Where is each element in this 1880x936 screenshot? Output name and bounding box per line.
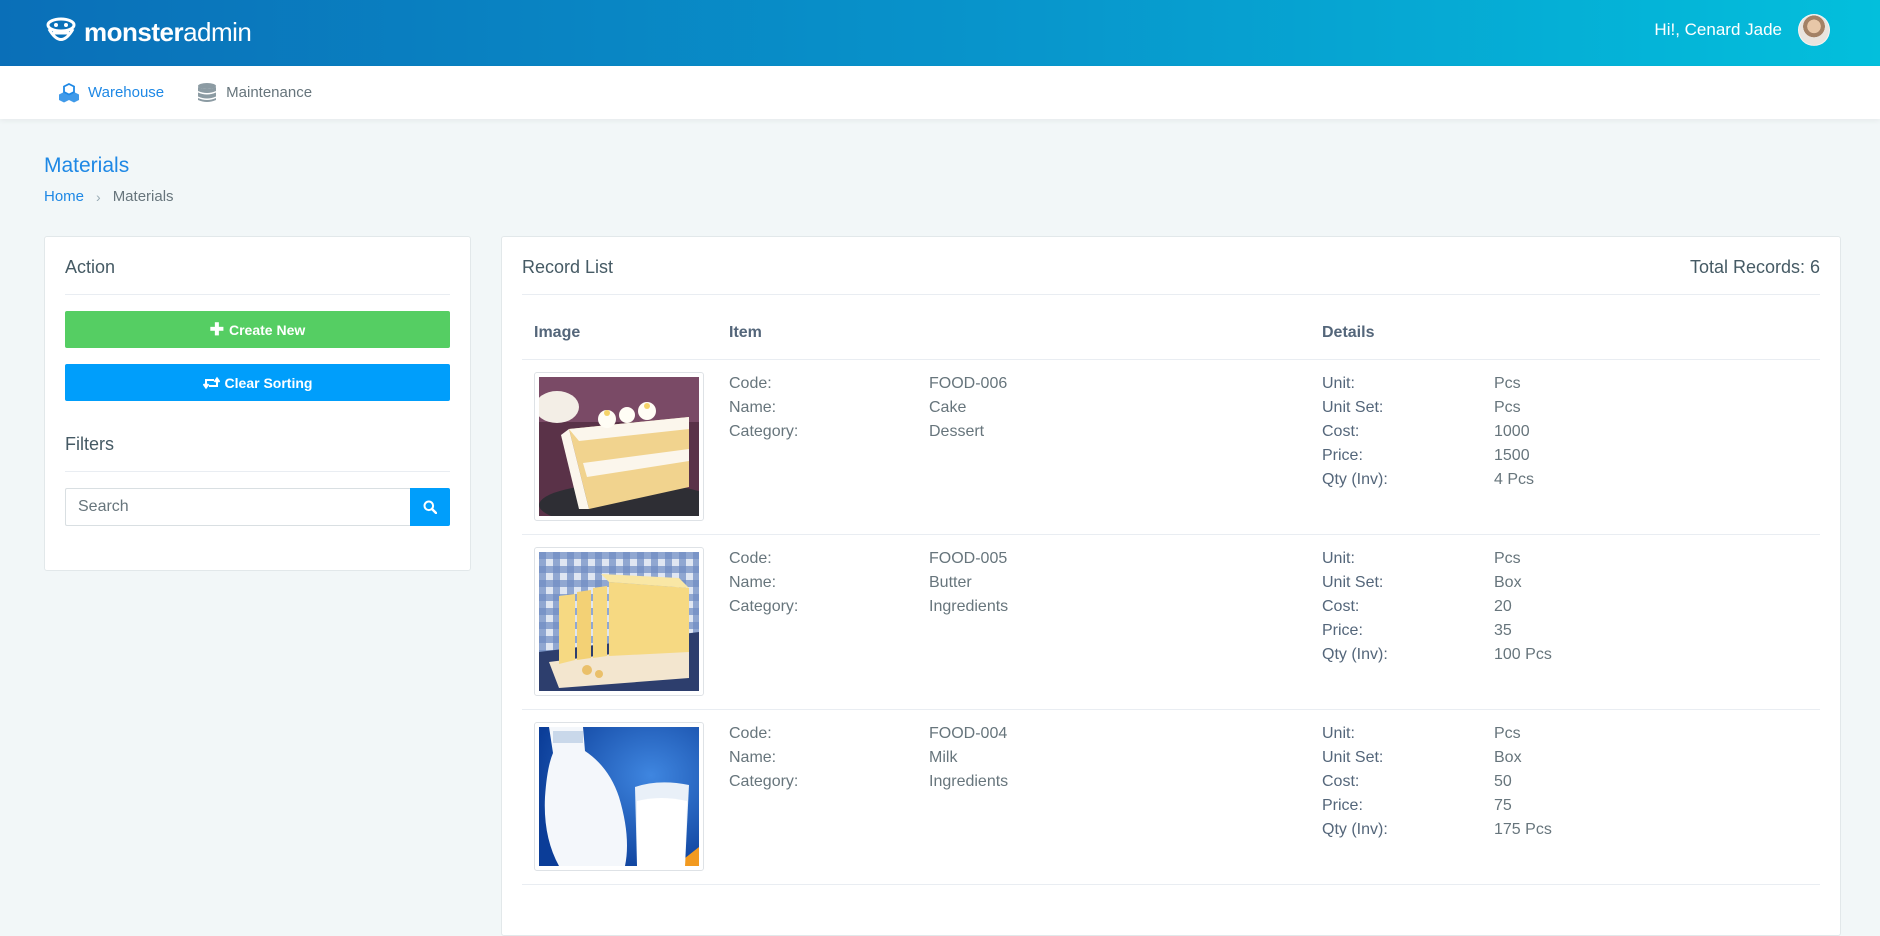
brand-logo-link[interactable]: monsteradmin	[44, 16, 252, 48]
unit-value: Pcs	[1494, 725, 1521, 742]
filters-title: Filters	[65, 434, 114, 454]
category-value: Dessert	[929, 423, 985, 440]
unit-set-value: Pcs	[1494, 399, 1521, 416]
code-value: FOOD-005	[929, 550, 1008, 567]
search-group	[65, 488, 450, 526]
clear-sorting-label: Clear Sorting	[224, 374, 313, 391]
divider	[522, 294, 1820, 295]
brand-name-bold: monster	[84, 16, 184, 47]
search-icon	[423, 500, 437, 514]
unit-set-value: Box	[1494, 574, 1522, 591]
code-value: FOOD-004	[929, 725, 1008, 742]
cake-image	[539, 377, 699, 516]
name-label: Name:	[729, 399, 777, 416]
retweet-icon	[202, 376, 220, 389]
item-thumbnail[interactable]	[534, 722, 704, 871]
breadcrumb-current: Materials	[112, 188, 174, 205]
price-label: Price:	[1322, 622, 1363, 639]
record-list-card: Record List Total Records: 6 Image Item …	[501, 236, 1841, 936]
divider	[65, 294, 450, 295]
search-button[interactable]	[410, 488, 450, 526]
table-row[interactable]: Code: FOOD-004 Name: Milk Category: Ingr…	[522, 710, 1820, 885]
brand-name-light: admin	[183, 16, 252, 47]
search-input[interactable]	[65, 488, 410, 526]
code-value: FOOD-006	[929, 375, 1008, 392]
code-label: Code:	[729, 375, 772, 392]
breadcrumb: Home › Materials	[44, 188, 174, 205]
cost-value: 20	[1494, 598, 1512, 615]
cost-label: Cost:	[1322, 423, 1360, 440]
unit-set-label: Unit Set:	[1322, 574, 1384, 591]
user-menu[interactable]: Hi!, Cenard Jade	[1654, 14, 1830, 46]
category-label: Category:	[729, 598, 799, 615]
unit-label: Unit:	[1322, 375, 1355, 392]
name-label: Name:	[729, 749, 777, 766]
nav-label-maintenance: Maintenance	[226, 84, 313, 101]
table-row[interactable]: Code: FOOD-006 Name: Cake Category: Dess…	[522, 360, 1820, 535]
database-icon	[198, 82, 217, 102]
price-value: 1500	[1494, 447, 1530, 464]
name-label: Name:	[729, 574, 777, 591]
nav-label-warehouse: Warehouse	[88, 84, 165, 101]
cost-label: Cost:	[1322, 773, 1360, 790]
butter-image	[539, 552, 699, 691]
qty-label: Qty (Inv):	[1322, 471, 1388, 488]
cost-label: Cost:	[1322, 598, 1360, 615]
category-label: Category:	[729, 773, 799, 790]
nav-item-maintenance[interactable]: Maintenance	[196, 82, 312, 104]
qty-value: 100 Pcs	[1494, 646, 1552, 663]
name-value: Milk	[929, 749, 958, 766]
name-value: Butter	[929, 574, 972, 591]
column-header-item[interactable]: Item	[729, 324, 762, 342]
price-label: Price:	[1322, 447, 1363, 464]
item-thumbnail[interactable]	[534, 372, 704, 521]
unit-set-label: Unit Set:	[1322, 399, 1384, 416]
action-card: Action ✚ Create New Clear Sorting Filter…	[44, 236, 471, 571]
milk-image	[539, 727, 699, 866]
chevron-right-icon: ›	[96, 188, 101, 205]
unit-label: Unit:	[1322, 725, 1355, 742]
column-header-details[interactable]: Details	[1322, 324, 1374, 342]
nav-item-warehouse[interactable]: Warehouse	[58, 82, 164, 104]
plus-icon: ✚	[209, 320, 224, 339]
unit-label: Unit:	[1322, 550, 1355, 567]
unit-value: Pcs	[1494, 375, 1521, 392]
page-title: Materials	[44, 154, 130, 177]
category-value: Ingredients	[929, 773, 1009, 790]
breadcrumb-home-link[interactable]: Home	[44, 188, 84, 205]
monster-logo-icon	[46, 17, 76, 41]
column-header-image[interactable]: Image	[534, 324, 580, 342]
qty-label: Qty (Inv):	[1322, 646, 1388, 663]
cost-value: 1000	[1494, 423, 1530, 440]
name-value: Cake	[929, 399, 967, 416]
clear-sorting-button[interactable]: Clear Sorting	[65, 364, 450, 401]
qty-label: Qty (Inv):	[1322, 821, 1388, 838]
create-new-label: Create New	[228, 321, 306, 338]
price-value: 35	[1494, 622, 1512, 639]
user-greeting: Hi!, Cenard Jade	[1654, 20, 1782, 39]
code-label: Code:	[729, 550, 772, 567]
unit-value: Pcs	[1494, 550, 1521, 567]
qty-value: 175 Pcs	[1494, 821, 1552, 838]
table-row[interactable]: Code: FOOD-005 Name: Butter Category: In…	[522, 535, 1820, 710]
top-header: monsteradmin Hi!, Cenard Jade	[0, 0, 1880, 66]
divider	[65, 471, 450, 472]
qty-value: 4 Pcs	[1494, 471, 1535, 488]
avatar[interactable]	[1798, 14, 1830, 46]
code-label: Code:	[729, 725, 772, 742]
record-list-title: Record List	[522, 257, 614, 277]
cost-value: 50	[1494, 773, 1512, 790]
category-value: Ingredients	[929, 598, 1009, 615]
create-new-button[interactable]: ✚ Create New	[65, 311, 450, 348]
unit-set-label: Unit Set:	[1322, 749, 1384, 766]
category-label: Category:	[729, 423, 799, 440]
item-thumbnail[interactable]	[534, 547, 704, 696]
unit-set-value: Box	[1494, 749, 1522, 766]
main-nav: Warehouse Maintenance	[0, 66, 1880, 119]
price-label: Price:	[1322, 797, 1363, 814]
total-records: Total Records: 6	[1689, 257, 1820, 277]
action-card-title: Action	[65, 257, 116, 277]
cubes-icon	[59, 82, 79, 102]
price-value: 75	[1494, 797, 1512, 814]
